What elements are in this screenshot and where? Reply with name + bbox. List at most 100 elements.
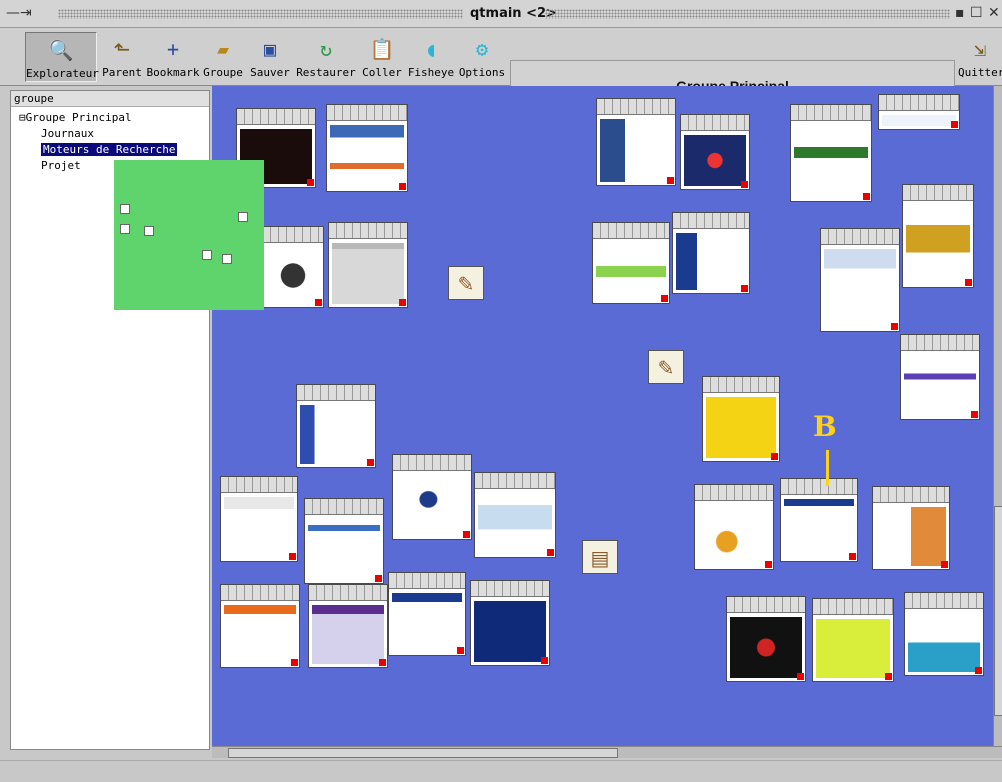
open-arrow-icon[interactable] — [399, 299, 406, 306]
open-arrow-icon[interactable] — [951, 121, 958, 128]
open-arrow-icon[interactable] — [975, 667, 982, 674]
open-arrow-icon[interactable] — [971, 411, 978, 418]
page-thumbnail[interactable] — [878, 94, 960, 130]
bookmark-icon: + — [166, 37, 180, 61]
page-thumbnail[interactable] — [904, 592, 984, 676]
fisheye-icon: ◖ — [424, 37, 438, 61]
quit-icon: ⇲ — [973, 37, 987, 61]
paste-icon: 📋 — [369, 37, 395, 61]
bookmark-button[interactable]: + Bookmark — [146, 32, 200, 82]
open-arrow-icon[interactable] — [379, 659, 386, 666]
open-arrow-icon[interactable] — [797, 673, 804, 680]
tree-item-journaux[interactable]: Journaux — [41, 127, 94, 141]
vertical-scroll-thumb[interactable] — [994, 506, 1002, 716]
close-icon[interactable]: ✕ — [988, 5, 1000, 21]
open-arrow-icon[interactable] — [965, 279, 972, 286]
page-thumbnail[interactable] — [220, 476, 298, 562]
open-arrow-icon[interactable] — [375, 575, 382, 582]
open-arrow-icon[interactable] — [661, 295, 668, 302]
open-arrow-icon[interactable] — [307, 179, 314, 186]
notes-icon[interactable]: ✎ — [648, 350, 684, 384]
titlebar-grip — [58, 9, 463, 19]
tree-item-projet[interactable]: Projet — [41, 159, 81, 173]
minimize-icon[interactable]: ▪ — [955, 5, 965, 21]
open-arrow-icon[interactable] — [541, 657, 548, 664]
page-thumbnail[interactable] — [780, 478, 858, 562]
open-arrow-icon[interactable] — [771, 453, 778, 460]
notes-icon[interactable]: ▤ — [582, 540, 618, 574]
notes-icon[interactable]: ✎ — [448, 266, 484, 300]
page-thumbnail[interactable] — [820, 228, 900, 332]
fisheye-button[interactable]: ◖ Fisheye — [406, 32, 456, 82]
window-menu-icon[interactable]: —⇥ — [6, 5, 32, 21]
page-thumbnail[interactable] — [592, 222, 670, 304]
open-arrow-icon[interactable] — [765, 561, 772, 568]
page-thumbnail[interactable] — [262, 226, 324, 308]
page-thumbnail[interactable] — [726, 596, 806, 682]
open-arrow-icon[interactable] — [741, 285, 748, 292]
page-thumbnail[interactable] — [672, 212, 750, 294]
page-thumbnail[interactable] — [296, 384, 376, 468]
window-titlebar[interactable]: —⇥ qtmain <2> ▪ ☐ ✕ — [0, 0, 1002, 28]
titlebar-grip — [545, 9, 950, 19]
open-arrow-icon[interactable] — [463, 531, 470, 538]
minimap-item — [202, 250, 212, 260]
explorer-button[interactable]: 🔍 Explorateur — [25, 32, 99, 82]
open-arrow-icon[interactable] — [741, 181, 748, 188]
open-arrow-icon[interactable] — [547, 549, 554, 556]
restore-button[interactable]: ↻ Restaurer — [294, 32, 358, 82]
open-arrow-icon[interactable] — [941, 561, 948, 568]
marker-pointer — [826, 450, 829, 486]
open-arrow-icon[interactable] — [367, 459, 374, 466]
page-thumbnail[interactable] — [392, 454, 472, 540]
page-thumbnail[interactable] — [694, 484, 774, 570]
page-thumbnail[interactable] — [304, 498, 384, 584]
save-button[interactable]: ▣ Sauver — [248, 32, 292, 82]
open-arrow-icon[interactable] — [849, 553, 856, 560]
page-thumbnail[interactable] — [326, 104, 408, 192]
zoomable-canvas[interactable]: ✎ ✎ ▤ — [212, 86, 993, 746]
toolbar: 🔍 Explorateur ⬑ Parent + Bookmark ▰ Grou… — [0, 28, 1002, 110]
horizontal-scrollbar[interactable] — [212, 746, 1002, 758]
open-arrow-icon[interactable] — [399, 183, 406, 190]
page-thumbnail[interactable] — [308, 584, 388, 668]
quit-button[interactable]: ⇲ Quitter — [958, 32, 1002, 82]
open-arrow-icon[interactable] — [291, 659, 298, 666]
explorer-icon: 🔍 — [48, 38, 74, 62]
page-thumbnail[interactable] — [328, 222, 408, 308]
page-thumbnail[interactable] — [900, 334, 980, 420]
maximize-icon[interactable]: ☐ — [970, 5, 983, 21]
minimap[interactable] — [114, 160, 264, 310]
page-thumbnail[interactable] — [596, 98, 676, 186]
open-arrow-icon[interactable] — [457, 647, 464, 654]
page-thumbnail[interactable] — [474, 472, 556, 558]
options-button[interactable]: ⚙ Options — [458, 32, 506, 82]
vertical-scrollbar[interactable] — [993, 86, 1002, 746]
minimap-item — [120, 224, 130, 234]
page-thumbnail[interactable] — [902, 184, 974, 288]
collapse-icon[interactable]: ⊟ — [19, 111, 26, 124]
open-arrow-icon[interactable] — [885, 673, 892, 680]
open-arrow-icon[interactable] — [667, 177, 674, 184]
page-thumbnail[interactable] — [702, 376, 780, 462]
page-thumbnail[interactable] — [220, 584, 300, 668]
page-thumbnail[interactable] — [872, 486, 950, 570]
page-thumbnail[interactable] — [790, 104, 872, 202]
page-thumbnail[interactable] — [812, 598, 894, 682]
open-arrow-icon[interactable] — [315, 299, 322, 306]
group-button[interactable]: ▰ Groupe — [202, 32, 244, 82]
save-icon: ▣ — [263, 37, 277, 61]
page-thumbnail[interactable] — [388, 572, 466, 656]
paste-button[interactable]: 📋 Coller — [360, 32, 404, 82]
tree-item-moteurs[interactable]: Moteurs de Recherche — [41, 143, 178, 157]
page-thumbnail[interactable] — [680, 114, 750, 190]
open-arrow-icon[interactable] — [863, 193, 870, 200]
open-arrow-icon[interactable] — [891, 323, 898, 330]
horizontal-scroll-thumb[interactable] — [228, 748, 618, 758]
restore-icon: ↻ — [319, 37, 333, 61]
page-thumbnail[interactable] — [470, 580, 550, 666]
open-arrow-icon[interactable] — [289, 553, 296, 560]
tree-root[interactable]: ⊟Groupe Principal — [19, 111, 132, 125]
parent-button[interactable]: ⬑ Parent — [100, 32, 144, 82]
minimap-item — [222, 254, 232, 264]
